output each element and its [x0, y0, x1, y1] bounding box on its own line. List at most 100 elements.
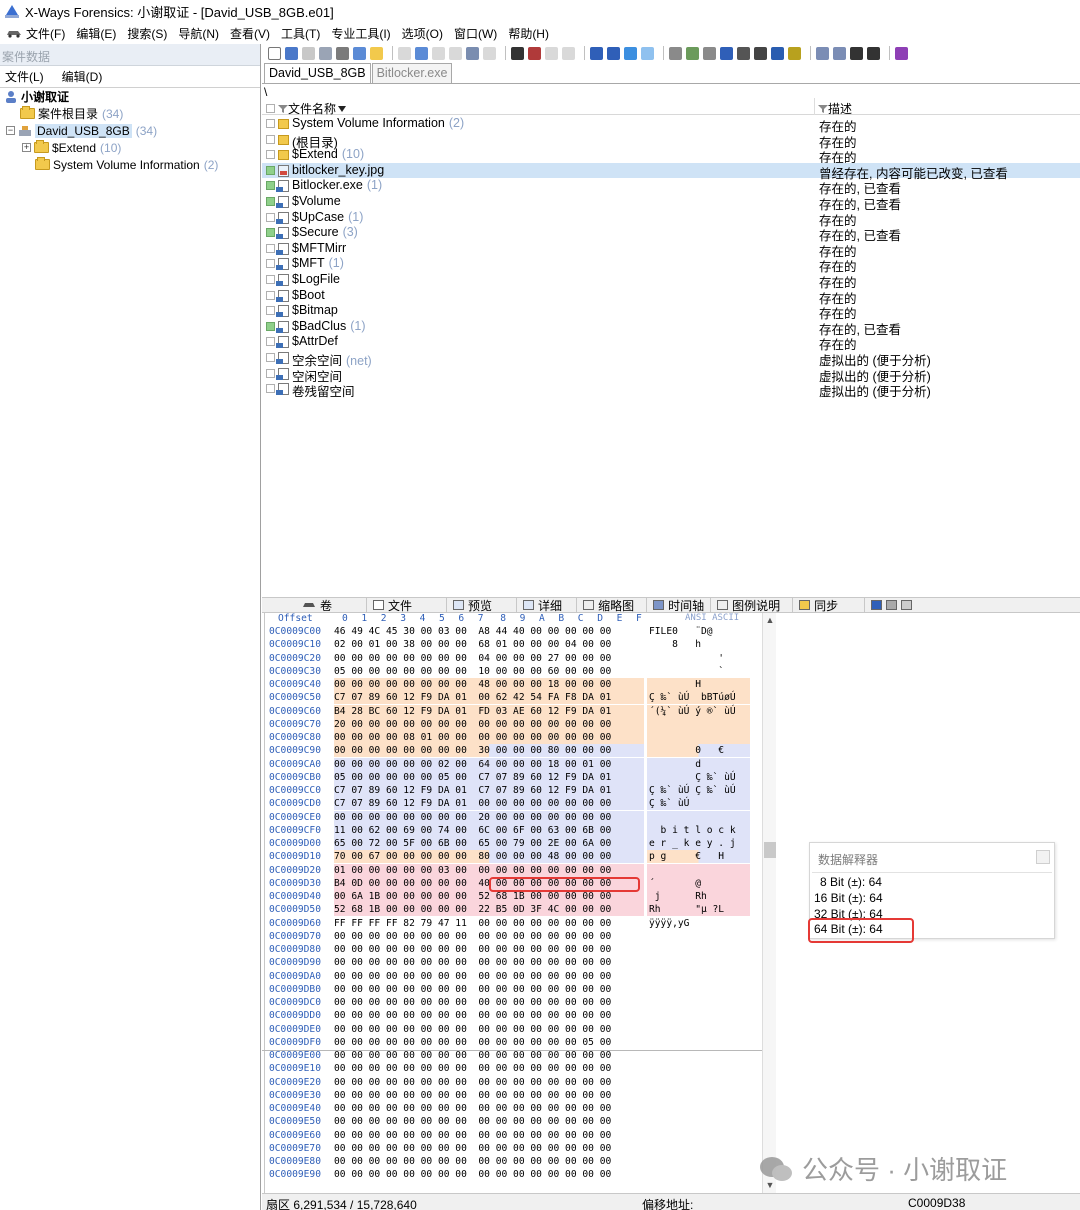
font-icon[interactable]: [871, 600, 883, 610]
filter-icon[interactable]: [818, 104, 828, 114]
hex-bytes[interactable]: 46 49 4C 45 30 00 03 00 A8 44 40 00 00 0…: [334, 625, 644, 638]
hex-bytes[interactable]: 00 00 00 00 00 00 00 00 00 00 00 00 00 0…: [334, 1023, 644, 1036]
gallery-icon[interactable]: [771, 46, 784, 60]
paste-icon[interactable]: [432, 46, 445, 60]
search-icon[interactable]: [737, 46, 750, 60]
save-icon[interactable]: [302, 46, 315, 60]
hex-bytes[interactable]: 00 00 00 00 00 00 02 00 64 00 00 00 18 0…: [334, 757, 644, 771]
edit-icon[interactable]: [466, 46, 479, 60]
hex-row[interactable]: 0C0009C30 05 00 00 00 00 00 00 00 10 00 0…: [262, 665, 762, 678]
menu-edit[interactable]: 编辑(E): [76, 25, 116, 42]
menu-specialist[interactable]: 专业工具(I): [331, 25, 390, 42]
hex-bytes[interactable]: 65 00 72 00 5F 00 6B 00 65 00 79 00 2E 0…: [334, 837, 644, 850]
hex-bytes[interactable]: 00 00 00 00 00 00 00 00 00 00 00 00 00 0…: [334, 1009, 644, 1022]
target-icon[interactable]: [901, 600, 913, 610]
hex-scrollbar[interactable]: ▲ ▼: [762, 613, 776, 1193]
hex-ascii[interactable]: j Rh: [647, 890, 750, 903]
hex-bytes[interactable]: 20 00 00 00 00 00 00 00 00 00 00 00 00 0…: [334, 717, 644, 731]
hex-ascii[interactable]: [647, 1102, 750, 1115]
file-row[interactable]: $MFT (1) 存在的: [262, 256, 1080, 274]
hex-ascii[interactable]: d: [647, 757, 750, 771]
hex-bytes[interactable]: 70 00 67 00 00 00 00 00 80 00 00 00 48 0…: [334, 850, 644, 864]
hex-bytes[interactable]: 02 00 01 00 38 00 00 00 68 01 00 00 00 0…: [334, 638, 644, 651]
hex-bytes[interactable]: 00 00 00 00 00 00 00 00 00 00 00 00 00 0…: [334, 1142, 644, 1155]
hex-ascii[interactable]: ´(¼` ùÚ ý ®` ùÚ: [647, 704, 750, 718]
checkbox-icon[interactable]: [266, 104, 275, 113]
hex-row[interactable]: 0C0009E40 00 00 00 00 00 00 00 00 00 00 0…: [262, 1102, 762, 1115]
file-row[interactable]: $Volume 存在的, 已查看: [262, 194, 1080, 212]
hex-row[interactable]: 0C0009E10 00 00 00 00 00 00 00 00 00 00 0…: [262, 1062, 762, 1075]
hex-row[interactable]: 0C0009E80 00 00 00 00 00 00 00 00 00 00 0…: [262, 1155, 762, 1168]
hex-ascii[interactable]: [647, 1129, 750, 1142]
hex-ascii[interactable]: [647, 1142, 750, 1155]
tree-item-svi[interactable]: System Volume Information (2): [35, 156, 218, 173]
hex-row[interactable]: 0C0009CB0 05 00 00 00 00 00 05 00 C7 07 8…: [262, 770, 762, 784]
hex-ascii[interactable]: ÿÿÿÿ‚yG: [647, 917, 750, 930]
file-row[interactable]: System Volume Information (2) 存在的: [262, 116, 1080, 134]
prev-icon[interactable]: [850, 46, 863, 60]
tab-details[interactable]: 详细: [516, 598, 568, 613]
hex-row[interactable]: 0C0009CC0 C7 07 89 60 12 F9 DA 01 C7 07 8…: [262, 784, 762, 797]
find-next-icon[interactable]: [545, 46, 558, 60]
file-row[interactable]: $BadClus (1) 存在的, 已查看: [262, 319, 1080, 337]
hex-row[interactable]: 0C0009E30 00 00 00 00 00 00 00 00 00 00 0…: [262, 1089, 762, 1102]
hex-bytes[interactable]: 00 00 00 00 00 00 00 00 00 00 00 00 00 0…: [334, 1089, 644, 1102]
find-hex-icon[interactable]: [528, 46, 541, 60]
hex-ascii[interactable]: [647, 1155, 750, 1168]
properties-icon[interactable]: [353, 46, 366, 60]
replace-icon[interactable]: [562, 46, 575, 60]
file-row[interactable]: $MFTMirr 存在的: [262, 241, 1080, 259]
hash-icon[interactable]: [703, 46, 716, 60]
row-checkbox[interactable]: [266, 228, 275, 238]
column-divider[interactable]: [814, 98, 815, 115]
row-checkbox[interactable]: [266, 275, 275, 284]
hex-ascii[interactable]: [647, 1023, 750, 1036]
row-checkbox[interactable]: [266, 212, 275, 222]
forward-icon[interactable]: [641, 46, 654, 60]
hex-ascii[interactable]: [647, 810, 750, 824]
hex-bytes[interactable]: 00 00 00 00 00 00 00 00 00 00 00 00 00 0…: [334, 1168, 644, 1181]
hex-bytes[interactable]: 00 00 00 00 00 00 00 00 00 00 00 00 00 0…: [334, 1076, 644, 1089]
hex-bytes[interactable]: 00 00 00 00 08 01 00 00 00 00 00 00 00 0…: [334, 731, 644, 744]
hex-ascii[interactable]: H: [647, 678, 750, 691]
hex-bytes[interactable]: C7 07 89 60 12 F9 DA 01 C7 07 89 60 12 F…: [334, 784, 644, 797]
hex-ascii[interactable]: [647, 1089, 750, 1102]
hex-ascii[interactable]: 0 €: [647, 744, 750, 758]
hex-row[interactable]: 0C0009CA0 00 00 00 00 00 00 02 00 64 00 0…: [262, 757, 762, 771]
menu-help[interactable]: 帮助(H): [508, 25, 549, 42]
hex-bytes[interactable]: C7 07 89 60 12 F9 DA 01 00 62 42 54 FA F…: [334, 691, 644, 705]
tab-david-usb[interactable]: David_USB_8GB: [264, 63, 371, 83]
hex-row[interactable]: 0C0009E90 00 00 00 00 00 00 00 00 00 00 0…: [262, 1168, 762, 1181]
hex-bytes[interactable]: 00 00 00 00 00 00 00 00 04 00 00 00 27 0…: [334, 652, 644, 665]
hex-row[interactable]: 0C0009C40 00 00 00 00 00 00 00 00 48 00 0…: [262, 678, 762, 691]
file-row[interactable]: 空闲空间 虚拟出的 (便于分析): [262, 366, 1080, 384]
hex-row[interactable]: 0C0009E20 00 00 00 00 00 00 00 00 00 00 0…: [262, 1076, 762, 1089]
hex-ascii[interactable]: b i t l o c k: [647, 823, 750, 837]
file-row[interactable]: $Extend (10) 存在的: [262, 147, 1080, 165]
hex-bytes[interactable]: 00 00 00 00 00 00 00 00 00 00 00 00 00 0…: [334, 1062, 644, 1075]
collapse-icon[interactable]: −: [6, 126, 15, 135]
hex-bytes[interactable]: 00 00 00 00 00 00 00 00 00 00 00 00 00 0…: [334, 970, 644, 983]
row-checkbox[interactable]: [266, 368, 275, 378]
hex-bytes[interactable]: 00 00 00 00 00 00 00 00 00 00 00 00 00 0…: [334, 930, 644, 943]
hex-bytes[interactable]: 05 00 00 00 00 00 00 00 10 00 00 00 60 0…: [334, 665, 644, 678]
hex-bytes[interactable]: 00 00 00 00 00 00 00 00 30 00 00 00 80 0…: [334, 744, 644, 758]
scroll-thumb[interactable]: [764, 842, 776, 858]
expand-icon[interactable]: +: [22, 143, 31, 152]
row-checkbox[interactable]: [266, 150, 275, 160]
row-checkbox[interactable]: [266, 337, 275, 347]
hex-row[interactable]: 0C0009C50 C7 07 89 60 12 F9 DA 01 00 62 4…: [262, 691, 762, 705]
hex-row[interactable]: 0C0009E50 00 00 00 00 00 00 00 00 00 00 0…: [262, 1115, 762, 1128]
row-checkbox[interactable]: [266, 306, 275, 316]
file-row[interactable]: $LogFile 存在的: [262, 272, 1080, 290]
hex-ascii[interactable]: ': [647, 652, 750, 665]
hex-row[interactable]: 0C0009CD0 C7 07 89 60 12 F9 DA 01 00 00 0…: [262, 797, 762, 811]
hex-ascii[interactable]: [647, 1009, 750, 1022]
viewer-icon[interactable]: [754, 46, 767, 60]
hex-ascii[interactable]: FILE0 ¨D@: [647, 625, 750, 638]
hex-ascii[interactable]: [647, 996, 750, 1009]
file-row[interactable]: $Secure (3) 存在的, 已查看: [262, 225, 1080, 243]
row-checkbox[interactable]: [266, 321, 275, 331]
hex-bytes[interactable]: 00 00 00 00 00 00 00 00 00 00 00 00 00 0…: [334, 1115, 644, 1128]
hex-ascii[interactable]: p g € H: [647, 850, 750, 864]
